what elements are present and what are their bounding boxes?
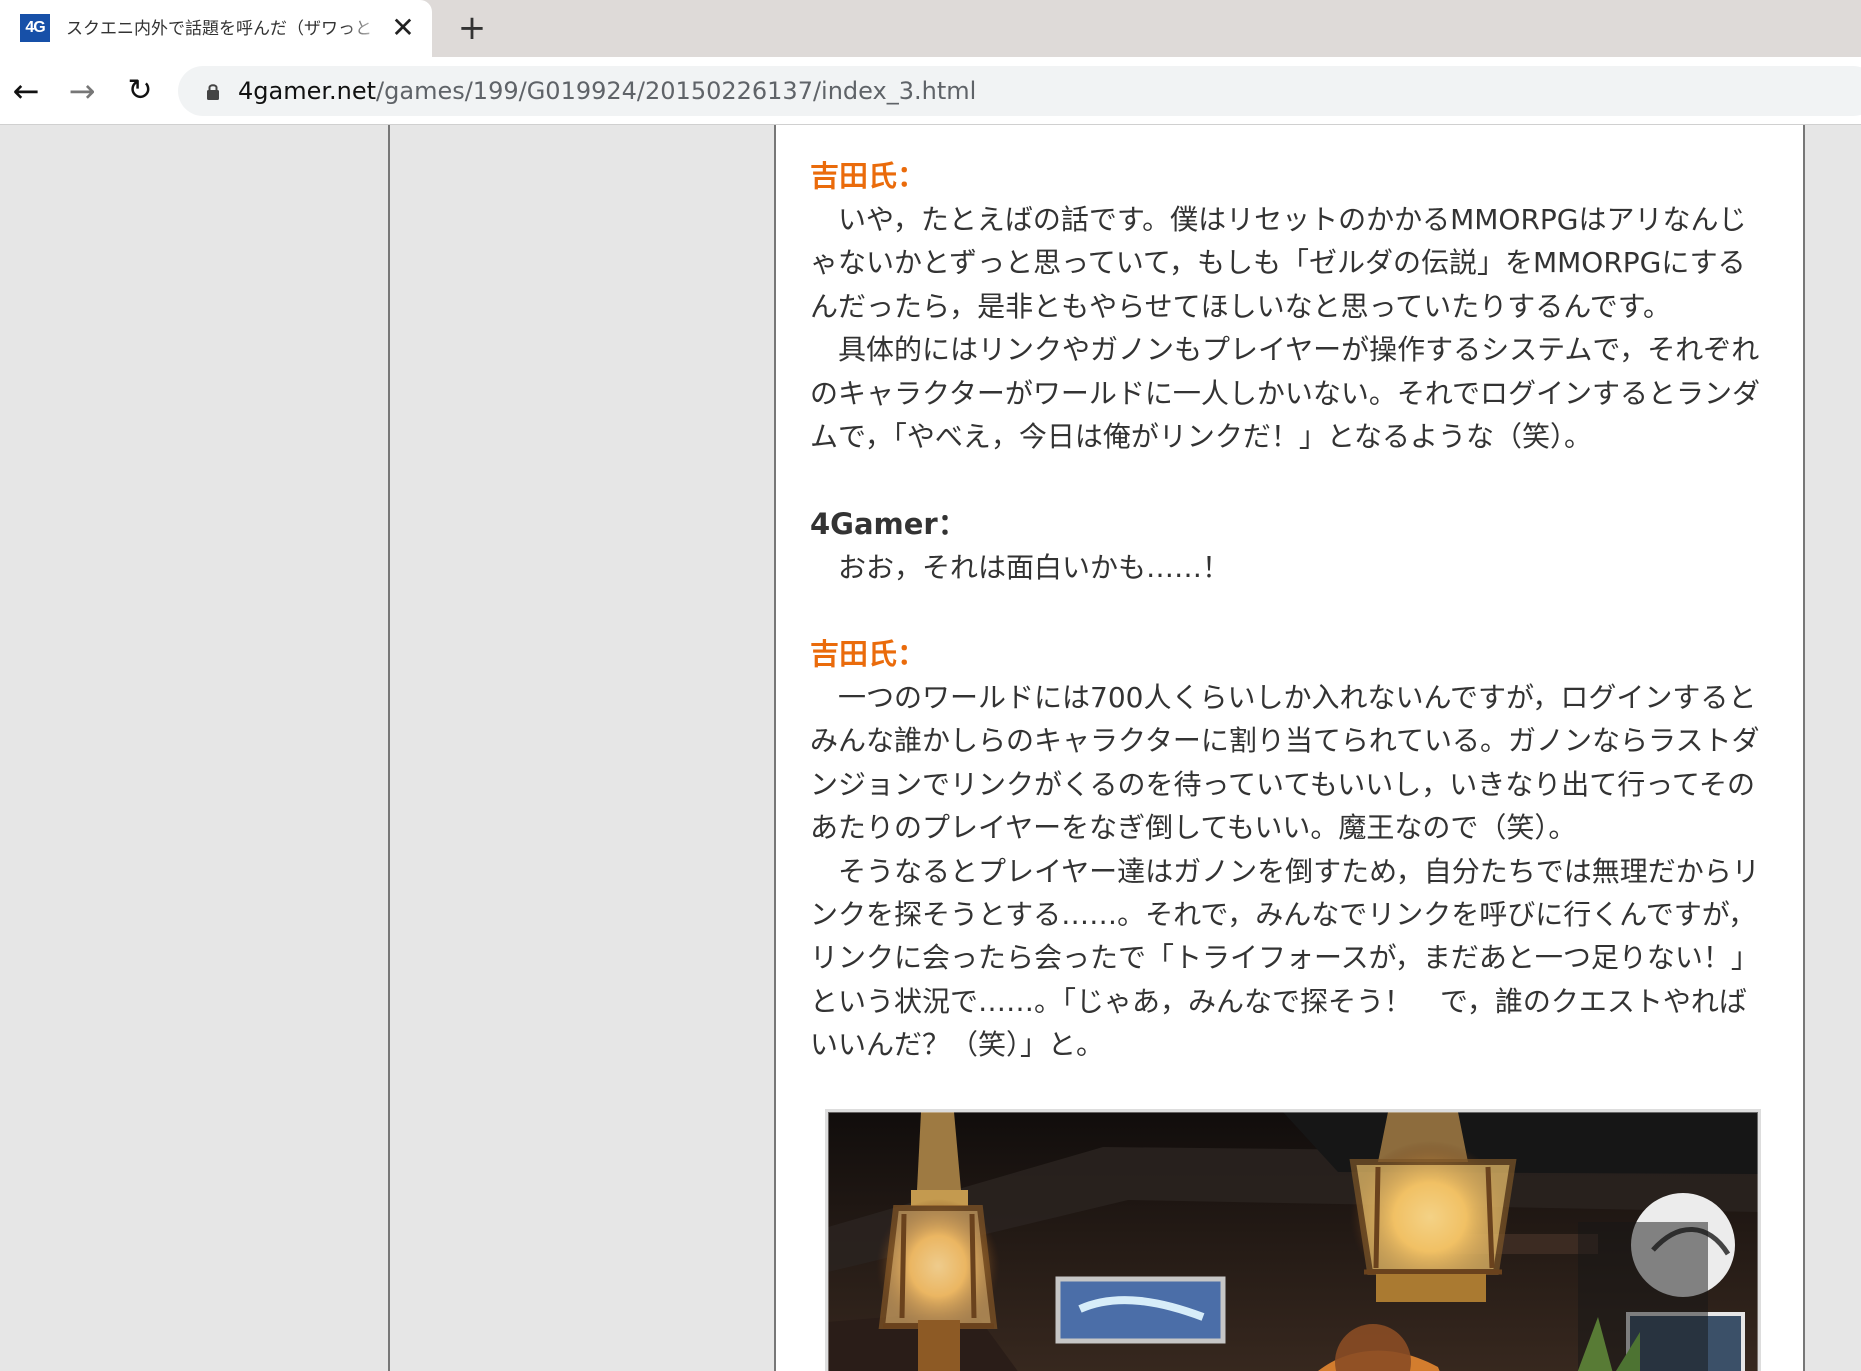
left-column-divider xyxy=(388,125,390,1371)
forward-button[interactable]: → xyxy=(60,70,104,112)
dialogue-paragraph: そうなるとプレイヤー達はガノンを倒すため，自分たちでは無理だからリンクを探そうと… xyxy=(810,854,1760,1062)
tab-strip: 4G スクエニ内外で話題を呼んだ（ザワっと ✕ + xyxy=(0,0,1861,57)
site-favicon-icon: 4G xyxy=(20,14,50,42)
event-photo-image xyxy=(828,1112,1758,1371)
address-bar[interactable]: 4gamer.net/games/199/G019924/20150226137… xyxy=(178,66,1861,116)
event-photo xyxy=(825,1109,1761,1371)
dialogue-block-4gamer: 4Gamer： おお，それは面白いかも……！ xyxy=(810,503,1761,589)
dialogue-paragraph: 一つのワールドには700人くらいしか入れないんですが，ログインするとみんな誰かし… xyxy=(810,681,1760,845)
browser-chrome: 4G スクエニ内外で話題を呼んだ（ザワっと ✕ + ← → ↻ 4gamer.n… xyxy=(0,0,1861,125)
dialogue-paragraphs: いや，たとえばの話です。僕はリセットのかかるMMORPGはアリなんじゃないかとず… xyxy=(810,198,1761,458)
plus-icon: + xyxy=(457,8,487,48)
lock-icon xyxy=(207,84,219,100)
dialogue-paragraph: 具体的にはリンクやガノンもプレイヤーが操作するシステムで，それぞれのキャラクター… xyxy=(810,333,1761,454)
back-button[interactable]: ← xyxy=(4,70,48,112)
speaker-label: 吉田氏： xyxy=(810,637,927,671)
arrow-left-icon: ← xyxy=(12,72,40,110)
new-tab-button[interactable]: + xyxy=(453,8,491,48)
dialogue-paragraph: いや，たとえばの話です。僕はリセットのかかるMMORPGはアリなんじゃないかとず… xyxy=(810,203,1747,323)
dialogue-block-yoshida-1: 吉田氏： いや，たとえばの話です。僕はリセットのかかるMMORPGはアリなんじゃ… xyxy=(810,155,1761,458)
active-browser-tab[interactable]: 4G スクエニ内外で話題を呼んだ（ザワっと ✕ xyxy=(0,0,432,57)
dialogue-paragraphs: 一つのワールドには700人くらいしか入れないんですが，ログインするとみんな誰かし… xyxy=(810,676,1761,1067)
reload-icon: ↻ xyxy=(127,73,153,108)
reload-button[interactable]: ↻ xyxy=(118,70,162,112)
address-host: 4gamer.net xyxy=(238,77,377,105)
article-body: 吉田氏： いや，たとえばの話です。僕はリセットのかかるMMORPGはアリなんじゃ… xyxy=(774,125,1805,1371)
tab-close-button[interactable]: ✕ xyxy=(389,12,417,44)
dialogue-paragraphs: おお，それは面白いかも……！ xyxy=(810,546,1761,589)
dialogue-block-yoshida-2: 吉田氏： 一つのワールドには700人くらいしか入れないんですが，ログインするとみ… xyxy=(810,633,1761,1067)
speaker-label: 吉田氏： xyxy=(810,159,927,193)
speaker-label: 4Gamer： xyxy=(810,507,967,541)
dialogue-paragraph: おお，それは面白いかも……！ xyxy=(838,551,1231,584)
arrow-right-icon: → xyxy=(68,72,96,110)
article-page: 吉田氏： いや，たとえばの話です。僕はリセットのかかるMMORPGはアリなんじゃ… xyxy=(0,125,1861,1371)
address-path: /games/199/G019924/20150226137/index_3.h… xyxy=(376,77,977,105)
close-icon: ✕ xyxy=(391,11,415,44)
tab-title[interactable]: スクエニ内外で話題を呼んだ（ザワっと xyxy=(66,15,388,43)
address-url[interactable]: 4gamer.net/games/199/G019924/20150226137… xyxy=(238,75,1838,107)
